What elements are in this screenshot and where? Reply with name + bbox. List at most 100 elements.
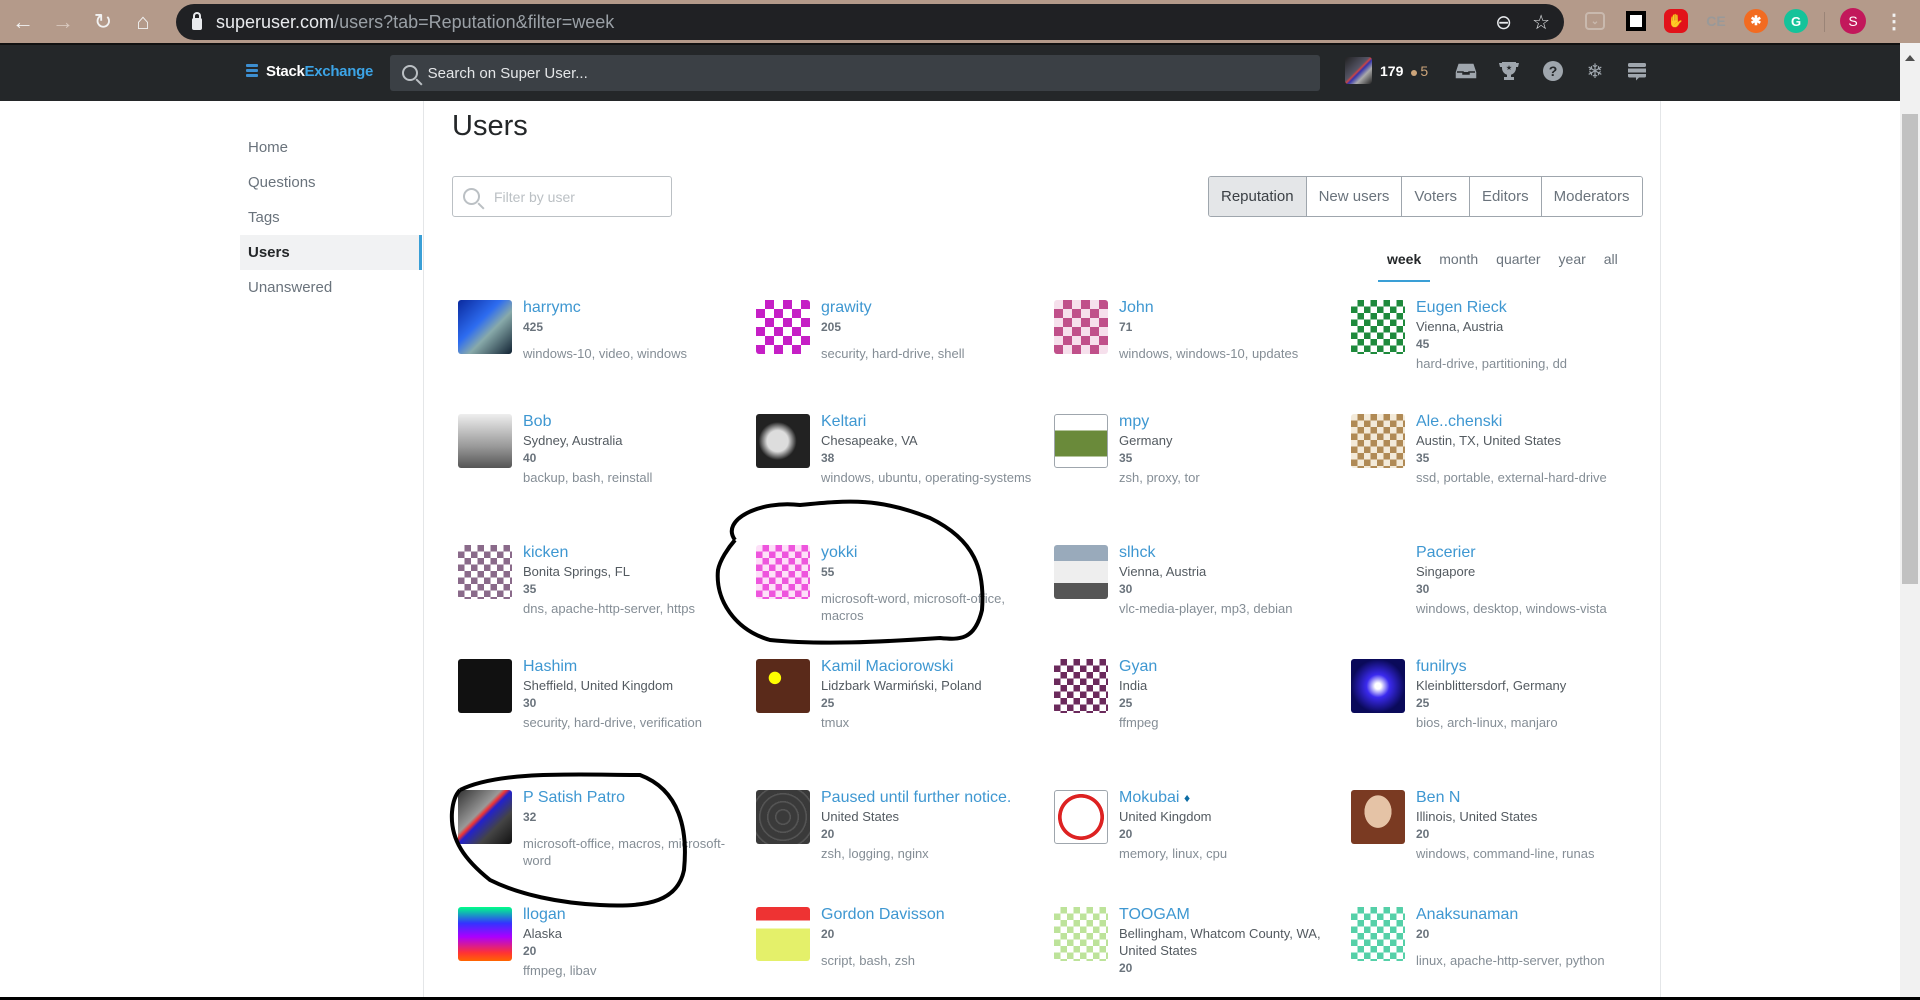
user-avatar[interactable] (458, 414, 512, 468)
tab-editors[interactable]: Editors (1468, 177, 1541, 216)
user-name-link[interactable]: slhck (1119, 543, 1339, 563)
filter-by-user-input[interactable] (494, 188, 664, 205)
square-extension-icon[interactable] (1626, 11, 1646, 31)
user-top-tags: windows, desktop, windows-vista (1416, 601, 1607, 616)
sidebar-item-tags[interactable]: Tags (240, 200, 422, 235)
user-avatar[interactable] (1054, 545, 1108, 599)
user-avatar[interactable] (1351, 545, 1405, 599)
cc-extension-icon[interactable]: CE (1704, 9, 1728, 33)
user-avatar[interactable] (1054, 790, 1108, 844)
site-switcher-snowflake-icon[interactable]: ❄ (1583, 59, 1607, 83)
user-name-link[interactable]: harrymc (523, 298, 743, 318)
pocket-icon[interactable]: ⌄ (1585, 12, 1605, 30)
period-month[interactable]: month (1430, 244, 1487, 282)
back-button[interactable]: ← (6, 5, 40, 39)
period-all[interactable]: all (1595, 244, 1627, 282)
user-name-link[interactable]: TOOGAM (1119, 905, 1339, 925)
stackexchange-logo[interactable]: Stack Exchange (246, 63, 373, 80)
user-name-link[interactable]: grawity (821, 298, 1041, 318)
logo-exchange-text: Exchange (304, 63, 374, 80)
user-name-link[interactable]: P Satish Patro (523, 788, 743, 808)
user-avatar[interactable] (1351, 659, 1405, 713)
user-name-link[interactable]: kicken (523, 543, 743, 563)
user-name-link[interactable]: yokki (821, 543, 1041, 563)
user-avatar[interactable] (756, 790, 810, 844)
period-quarter[interactable]: quarter (1487, 244, 1549, 282)
tab-reputation[interactable]: Reputation (1209, 177, 1306, 216)
user-name-link[interactable]: Gyan (1119, 657, 1339, 677)
user-avatar[interactable] (1351, 790, 1405, 844)
user-name-link[interactable]: funilrys (1416, 657, 1636, 677)
adblock-icon[interactable]: ✋ (1664, 9, 1688, 33)
achievements-trophy-icon[interactable]: ★ (1497, 59, 1521, 83)
user-name-link[interactable]: llogan (523, 905, 743, 925)
browser-menu-icon[interactable]: ⋮ (1882, 9, 1906, 33)
user-name-link[interactable]: Anaksunaman (1416, 905, 1636, 925)
user-avatar[interactable] (756, 545, 810, 599)
user-name-link[interactable]: Eugen Rieck (1416, 298, 1636, 318)
user-name-link[interactable]: Ben N (1416, 788, 1636, 808)
user-filter[interactable] (452, 176, 672, 217)
user-name: Bob (523, 413, 552, 430)
forward-button[interactable]: → (46, 5, 80, 39)
user-avatar[interactable] (458, 300, 512, 354)
user-name-link[interactable]: Ale..chenski (1416, 412, 1636, 432)
tab-voters[interactable]: Voters (1401, 177, 1469, 216)
bookmark-star-icon[interactable]: ☆ (1532, 10, 1550, 35)
user-avatar[interactable] (458, 907, 512, 961)
sidebar-item-unanswered[interactable]: Unanswered (240, 270, 422, 305)
user-info: grawity 205 security, hard-drive, shell (821, 298, 1041, 362)
sidebar-item-users[interactable]: Users (240, 235, 422, 270)
user-avatar[interactable] (1351, 300, 1405, 354)
home-button[interactable]: ⌂ (126, 5, 160, 39)
user-name-link[interactable]: Keltari (821, 412, 1041, 432)
stackexchange-menu-icon[interactable] (1625, 59, 1649, 83)
user-name-link[interactable]: Hashim (523, 657, 743, 677)
user-name: funilrys (1416, 658, 1467, 675)
inbox-icon[interactable] (1454, 59, 1478, 83)
user-name-link[interactable]: mpy (1119, 412, 1339, 432)
current-user-avatar[interactable] (1345, 57, 1372, 84)
user-avatar[interactable] (458, 545, 512, 599)
user-avatar[interactable] (756, 907, 810, 961)
help-icon[interactable]: ? (1541, 59, 1565, 83)
user-name-link[interactable]: Kamil Maciorowski (821, 657, 1041, 677)
user-name-link[interactable]: Pacerier (1416, 543, 1636, 563)
page-scrollbar[interactable] (1900, 43, 1920, 1000)
grammarly-icon[interactable]: G (1784, 9, 1808, 33)
scroll-up-arrow-icon[interactable] (1905, 55, 1915, 61)
user-name-link[interactable]: John (1119, 298, 1339, 318)
user-reputation-change: 20 (1119, 827, 1133, 841)
user-avatar[interactable] (756, 414, 810, 468)
user-avatar[interactable] (756, 300, 810, 354)
user-avatar[interactable] (458, 659, 512, 713)
user-avatar[interactable] (1054, 300, 1108, 354)
profile-avatar[interactable]: S (1840, 8, 1866, 34)
user-name-link[interactable]: Bob (523, 412, 743, 432)
address-bar[interactable]: superuser.com/users?tab=Reputation&filte… (176, 4, 1564, 40)
current-user[interactable]: 179 5 (1345, 57, 1428, 84)
period-year[interactable]: year (1550, 244, 1595, 282)
site-search-input[interactable] (427, 64, 1320, 82)
user-avatar[interactable] (458, 790, 512, 844)
scrollbar-thumb[interactable] (1902, 114, 1918, 584)
user-avatar[interactable] (1054, 659, 1108, 713)
site-search[interactable] (390, 55, 1320, 91)
user-avatar[interactable] (1351, 414, 1405, 468)
user-avatar[interactable] (756, 659, 810, 713)
sidebar-item-home[interactable]: Home (240, 130, 422, 165)
user-avatar[interactable] (1054, 414, 1108, 468)
user-avatar[interactable] (1351, 907, 1405, 961)
user-avatar[interactable] (1054, 907, 1108, 961)
user-name-link[interactable]: Gordon Davisson (821, 905, 1041, 925)
tab-moderators[interactable]: Moderators (1540, 177, 1642, 216)
orange-extension-icon[interactable]: ✱ (1744, 9, 1768, 33)
user-name-link[interactable]: Paused until further notice. (821, 788, 1041, 808)
sidebar-item-questions[interactable]: Questions (240, 165, 422, 200)
reload-button[interactable]: ↻ (86, 5, 120, 39)
user-name-link[interactable]: Mokubai ♦ (1119, 788, 1339, 808)
tab-new-users[interactable]: New users (1305, 177, 1402, 216)
zoom-out-icon[interactable]: ⊖ (1495, 10, 1512, 35)
period-week[interactable]: week (1378, 244, 1431, 282)
user-name: Paused until further notice. (821, 789, 1012, 806)
